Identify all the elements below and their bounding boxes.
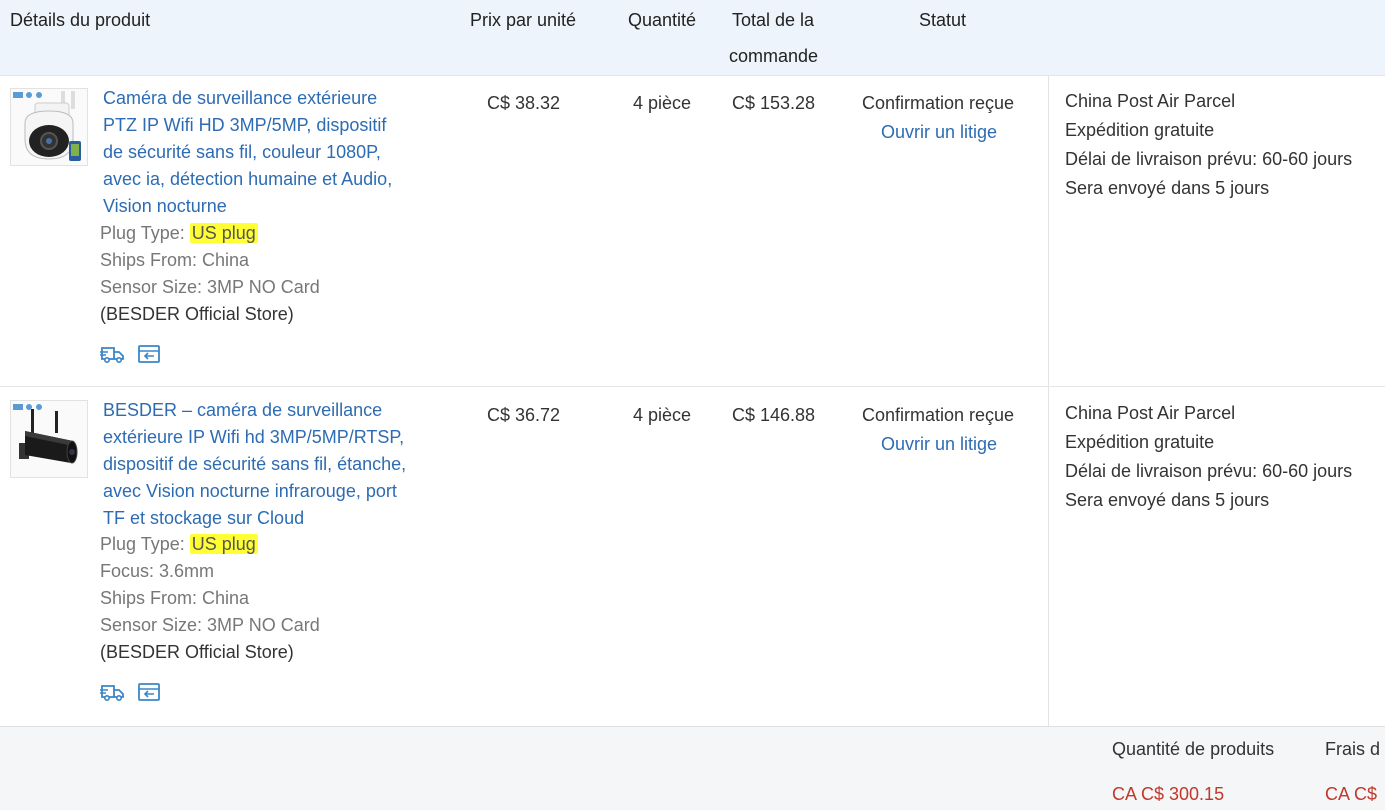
open-dispute-link[interactable]: Ouvrir un litige — [881, 121, 997, 143]
product-title-line[interactable]: PTZ IP Wifi HD 3MP/5MP, dispositif — [103, 112, 453, 139]
camera-bullet-thumbnail-icon — [13, 404, 78, 464]
free-shipping-label: Expédition gratuite — [1065, 120, 1215, 140]
product-attributes: Plug Type: US plug Ships From: China Sen… — [100, 220, 320, 328]
shipping-info: China Post Air Parcel Expédition gratuit… — [1065, 87, 1352, 203]
plug-type-attr: Plug Type: US plug — [100, 223, 258, 243]
products-amount: CA C$ 300.15 — [1112, 784, 1225, 804]
quantity-value: 4 pièce — [633, 93, 692, 113]
product-title-line[interactable]: BESDER – caméra de surveillance — [103, 397, 453, 424]
store-name: (BESDER Official Store) — [100, 642, 294, 662]
delivery-time: Délai de livraison prévu: 60-60 jours — [1065, 461, 1353, 481]
header-unit-price: Prix par unité — [470, 10, 577, 30]
order-total: C$ 146.88 — [732, 405, 816, 425]
sensor-size-attr: Sensor Size: 3MP NO Card — [100, 615, 320, 635]
product-title-line[interactable]: Caméra de surveillance extérieure — [103, 85, 453, 112]
header-order-total-1: Total de la — [732, 10, 815, 30]
order-status: Confirmation reçue — [862, 93, 1015, 113]
free-shipping-label: Expédition gratuite — [1065, 432, 1215, 452]
header-product-details: Détails du produit — [10, 10, 151, 30]
ships-in: Sera envoyé dans 5 jours — [1065, 178, 1270, 198]
truck-icon[interactable] — [100, 682, 126, 707]
shipping-fee-label: Frais d — [1325, 739, 1381, 759]
ships-from-attr: Ships From: China — [100, 250, 250, 270]
sensor-size-attr: Sensor Size: 3MP NO Card — [100, 277, 320, 297]
product-thumbnail[interactable] — [10, 88, 88, 166]
truck-icon[interactable] — [100, 344, 126, 369]
product-title-line[interactable]: extérieure IP Wifi hd 3MP/5MP/RTSP, — [103, 424, 453, 451]
order-total: C$ 153.28 — [732, 93, 816, 113]
plug-type-attr: Plug Type: US plug — [100, 534, 258, 554]
carrier-name: China Post Air Parcel — [1065, 403, 1236, 423]
product-title-link[interactable]: Caméra de surveillance extérieure PTZ IP… — [103, 85, 453, 220]
shipping-fee-amount: CA C$ — [1325, 784, 1378, 804]
plug-type-highlight: US plug — [189, 223, 258, 243]
unit-price: C$ 38.32 — [487, 93, 561, 113]
unit-price: C$ 36.72 — [487, 405, 561, 425]
product-title-line[interactable]: avec Vision nocturne infrarouge, port — [103, 478, 453, 505]
quantity-value: 4 pièce — [633, 405, 692, 425]
focus-attr: Focus: 3.6mm — [100, 561, 215, 581]
ships-in: Sera envoyé dans 5 jours — [1065, 490, 1270, 510]
header-status: Statut — [919, 10, 967, 30]
product-title-line[interactable]: TF et stockage sur Cloud — [103, 505, 453, 532]
store-name: (BESDER Official Store) — [100, 304, 294, 324]
product-title-line[interactable]: de sécurité sans fil, couleur 1080P, — [103, 139, 453, 166]
products-qty-label: Quantité de produits — [1112, 739, 1275, 759]
shipping-info: China Post Air Parcel Expédition gratuit… — [1065, 399, 1352, 515]
product-title-link[interactable]: BESDER – caméra de surveillance extérieu… — [103, 397, 453, 532]
product-title-line[interactable]: avec ia, détection humaine et Audio, — [103, 166, 453, 193]
product-thumbnail[interactable] — [10, 400, 88, 478]
order-status: Confirmation reçue — [862, 405, 1015, 425]
row-divider — [0, 386, 1385, 387]
plug-type-highlight: US plug — [189, 534, 258, 554]
ships-from-attr: Ships From: China — [100, 588, 250, 608]
return-icon[interactable] — [137, 682, 163, 707]
delivery-time: Délai de livraison prévu: 60-60 jours — [1065, 149, 1353, 169]
open-dispute-link[interactable]: Ouvrir un litige — [881, 433, 997, 455]
header-order-total-2: commande — [729, 46, 819, 66]
header-quantity: Quantité — [628, 10, 697, 30]
product-title-line[interactable]: Vision nocturne — [103, 193, 453, 220]
product-attributes: Plug Type: US plug Focus: 3.6mm Ships Fr… — [100, 531, 320, 666]
column-divider — [1048, 76, 1049, 726]
carrier-name: China Post Air Parcel — [1065, 91, 1236, 111]
product-title-line[interactable]: dispositif de sécurité sans fil, étanche… — [103, 451, 453, 478]
return-icon[interactable] — [137, 344, 163, 369]
camera-ptz-thumbnail-icon — [13, 91, 81, 161]
